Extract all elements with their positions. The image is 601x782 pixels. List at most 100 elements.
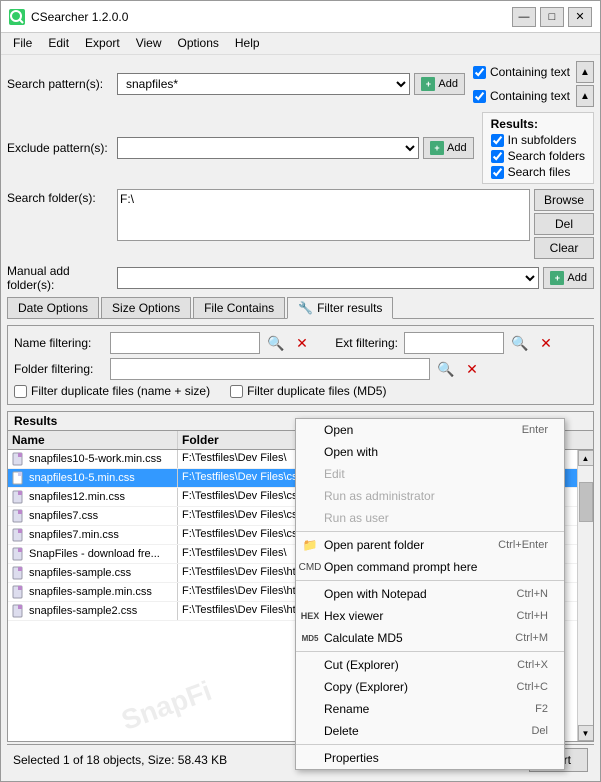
context-menu-item-copy[interactable]: Copy (Explorer) Ctrl+C [296, 676, 564, 698]
file-icon [12, 566, 26, 580]
context-menu-separator [296, 531, 564, 532]
containing-text-2-checkbox[interactable] [473, 90, 486, 103]
col-header-name: Name [8, 431, 178, 449]
dup-md5-label: Filter duplicate files (MD5) [247, 384, 386, 398]
menu-export[interactable]: Export [77, 35, 128, 52]
tab-file[interactable]: File Contains [193, 297, 285, 318]
manual-add-button[interactable]: + Add [543, 267, 594, 289]
tab-size[interactable]: Size Options [101, 297, 191, 318]
title-bar: CSearcher 1.2.0.0 — □ ✕ [1, 1, 600, 33]
in-subfolders-checkbox[interactable] [491, 134, 504, 147]
context-menu-label: Copy (Explorer) [324, 680, 408, 694]
context-menu-item-open_with[interactable]: Open with [296, 441, 564, 463]
context-menu-item-rename[interactable]: RenameF2 [296, 698, 564, 720]
tab-date[interactable]: Date Options [7, 297, 99, 318]
search-pattern-input[interactable]: snapfiles* [117, 73, 410, 95]
context-menu-shortcut: F2 [535, 703, 548, 715]
dup-name-size-checkbox[interactable] [14, 385, 27, 398]
containing-text-2-arrow[interactable]: ▲ [576, 85, 594, 107]
context-menu-label: Run as user [324, 511, 389, 525]
menu-options[interactable]: Options [170, 35, 227, 52]
dup-md5-checkbox[interactable] [230, 385, 243, 398]
search-files-label: Search files [508, 165, 571, 179]
context-menu-label: Open command prompt here [324, 560, 477, 574]
results-checkboxes: Results: In subfolders Search folders Se… [482, 112, 594, 184]
ext-filter-clear-icon[interactable]: ✕ [536, 333, 556, 353]
context-menu-label: Cut (Explorer) [324, 658, 399, 672]
maximize-button[interactable]: □ [540, 7, 564, 27]
folder-label: Search folder(s): [7, 189, 117, 205]
hex-icon: HEX [302, 608, 318, 624]
exclude-pattern-input[interactable] [117, 137, 419, 159]
containing-text-1-checkbox[interactable] [473, 66, 486, 79]
main-window: CSearcher 1.2.0.0 — □ ✕ File Edit Export… [0, 0, 601, 782]
folder-list[interactable]: F:\ [117, 189, 530, 241]
context-menu-shortcut: Ctrl+C [517, 681, 548, 693]
ext-filter-input[interactable] [404, 332, 504, 354]
exclude-add-button[interactable]: + Add [423, 137, 474, 159]
search-pattern-row: Search pattern(s): snapfiles* + Add Cont… [7, 61, 594, 107]
dup-name-size-row: Filter duplicate files (name + size) [14, 384, 210, 398]
scroll-down-arrow[interactable]: ▼ [578, 725, 594, 741]
name-filter-row: Name filtering: 🔍 ✕ Ext filtering: 🔍 ✕ [14, 332, 587, 354]
window-controls: — □ ✕ [512, 7, 592, 27]
manual-add-icon: + [550, 271, 564, 285]
context-menu-label: Properties [324, 751, 379, 765]
containing-text-2-label: Containing text [490, 89, 570, 103]
minimize-button[interactable]: — [512, 7, 536, 27]
context-menu-item-open_cmd[interactable]: CMDOpen command prompt here [296, 556, 564, 578]
context-menu-item-delete[interactable]: DeleteDel [296, 720, 564, 742]
context-menu-shortcut: Ctrl+N [517, 588, 548, 600]
scroll-up-arrow[interactable]: ▲ [578, 450, 594, 466]
folder-filter-row: Folder filtering: 🔍 ✕ [14, 358, 587, 380]
scroll-thumb[interactable] [579, 482, 593, 522]
containing-text-group: Containing text ▲ Containing text ▲ [473, 61, 594, 107]
search-files-checkbox[interactable] [491, 166, 504, 179]
search-folders-label: Search folders [508, 149, 585, 163]
exclude-add-icon: + [430, 141, 444, 155]
manual-folder-input[interactable] [117, 267, 539, 289]
file-icon [12, 471, 26, 485]
folder-filter-input[interactable] [110, 358, 430, 380]
menu-edit[interactable]: Edit [40, 35, 77, 52]
manual-folder-row: Manual add folder(s): + Add [7, 264, 594, 292]
context-menu-item-cut[interactable]: Cut (Explorer) Ctrl+X [296, 654, 564, 676]
context-menu-item-hex_viewer[interactable]: HEXHex viewerCtrl+H [296, 605, 564, 627]
ext-filter-search-icon[interactable]: 🔍 [510, 333, 530, 353]
context-menu-shortcut: Ctrl+M [515, 632, 548, 644]
context-menu-item-open_notepad[interactable]: Open with Notepad Ctrl+N [296, 583, 564, 605]
folder-filter-clear-icon[interactable]: ✕ [462, 359, 482, 379]
menu-view[interactable]: View [128, 35, 170, 52]
context-menu-item-calc_md5[interactable]: MD5Calculate MD5Ctrl+M [296, 627, 564, 649]
menu-file[interactable]: File [5, 35, 40, 52]
containing-text-1-arrow[interactable]: ▲ [576, 61, 594, 83]
scrollbar-vertical[interactable]: ▲ ▼ [577, 450, 593, 741]
context-menu-label: Open parent folder [324, 538, 424, 552]
context-menu-item-properties[interactable]: Properties [296, 747, 564, 769]
tab-filter[interactable]: 🔧 Filter results [287, 297, 393, 319]
search-files-row: Search files [491, 165, 585, 179]
name-filter-input[interactable] [110, 332, 260, 354]
file-icon [12, 585, 26, 599]
context-menu-label: Open with Notepad [324, 587, 427, 601]
context-menu-item-run_admin: Run as administrator [296, 485, 564, 507]
del-button[interactable]: Del [534, 213, 594, 235]
filter-tab-content: Name filtering: 🔍 ✕ Ext filtering: 🔍 ✕ F… [7, 325, 594, 405]
clear-button[interactable]: Clear [534, 237, 594, 259]
menu-help[interactable]: Help [227, 35, 268, 52]
name-filter-search-icon[interactable]: 🔍 [266, 333, 286, 353]
browse-button[interactable]: Browse [534, 189, 594, 211]
file-icon [12, 509, 26, 523]
name-filter-clear-icon[interactable]: ✕ [292, 333, 312, 353]
window-title: CSearcher 1.2.0.0 [31, 10, 512, 24]
exclude-pattern-row: Exclude pattern(s): + Add Results: In su… [7, 112, 594, 184]
folder-icon: 📁 [302, 537, 318, 553]
close-button[interactable]: ✕ [568, 7, 592, 27]
context-menu-shortcut: Ctrl+Enter [498, 539, 548, 551]
context-menu-shortcut: Ctrl+X [517, 659, 548, 671]
context-menu-item-open_parent[interactable]: 📁 Open parent folder Ctrl+Enter [296, 534, 564, 556]
search-folders-checkbox[interactable] [491, 150, 504, 163]
search-add-button[interactable]: + Add [414, 73, 465, 95]
folder-filter-search-icon[interactable]: 🔍 [436, 359, 456, 379]
context-menu-item-open[interactable]: OpenEnter [296, 419, 564, 441]
